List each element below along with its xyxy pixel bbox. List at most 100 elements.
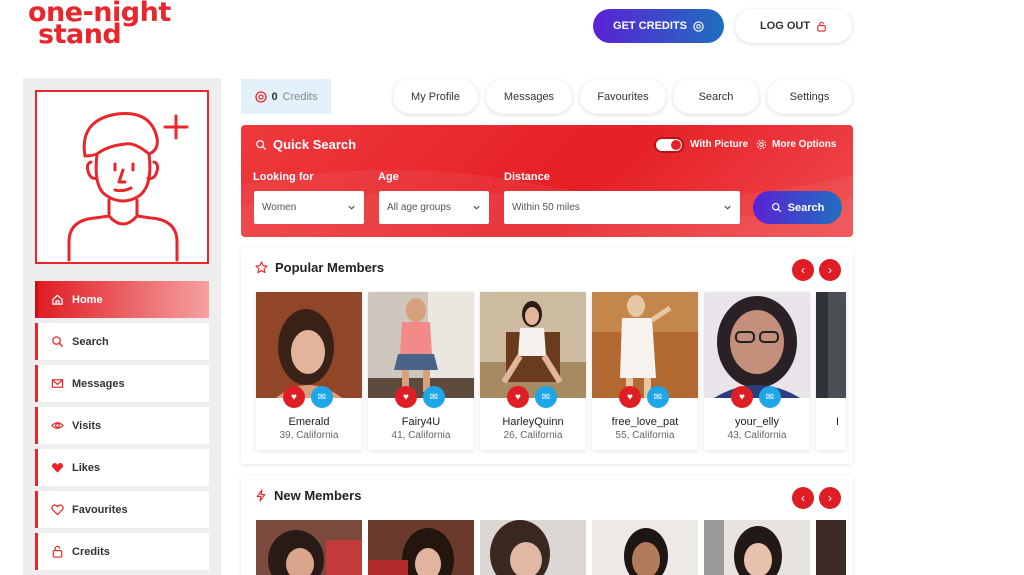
gear-icon (756, 139, 767, 150)
prev-arrow-button[interactable]: ‹ (792, 259, 814, 281)
member-photo (592, 292, 698, 398)
lock-icon (817, 21, 826, 32)
search-icon (256, 139, 267, 150)
quick-search-button[interactable]: Search (753, 191, 842, 224)
coin-icon (693, 20, 704, 32)
logout-button[interactable]: LOG OUT (735, 9, 852, 43)
new-member-photo[interactable] (704, 520, 810, 575)
member-card[interactable]: ♥ ✉ Emerald 39, California (256, 292, 362, 450)
next-arrow-button[interactable]: › (819, 487, 841, 509)
member-actions: ♥ ✉ (395, 386, 445, 408)
search-icon (52, 336, 64, 348)
sidebar-item-messages[interactable]: Messages (35, 365, 209, 402)
distance-label: Distance (504, 171, 550, 183)
distance-select[interactable]: Within 50 miles (504, 191, 740, 224)
member-photo (704, 292, 810, 398)
popular-members-panel: Popular Members ‹ › ♥ ✉ Emerald 39, Cali… (241, 248, 853, 464)
new-member-photo-partial[interactable] (816, 520, 846, 575)
member-name: free_love_pat (611, 416, 679, 428)
credits-count: 0 (271, 90, 278, 103)
more-options-link[interactable]: More Options (756, 139, 836, 150)
star-icon (255, 261, 268, 274)
member-card-partial[interactable]: I (816, 292, 846, 450)
popular-members-title-text: Popular Members (275, 260, 385, 275)
tab-label: Search (698, 90, 734, 103)
select-value: All age groups (387, 202, 451, 213)
sidebar-item-home[interactable]: Home (35, 281, 209, 318)
heart-outline-icon (51, 504, 64, 516)
credits-balance[interactable]: 0 Credits (241, 79, 331, 114)
member-location: 43, California (727, 430, 787, 441)
member-location: 26, California (503, 430, 563, 441)
chat-icon[interactable]: ✉ (647, 386, 669, 408)
lightning-icon (256, 489, 266, 502)
tab-my-profile[interactable]: My Profile (393, 79, 478, 114)
new-members-title: New Members (255, 488, 361, 503)
home-icon (52, 294, 63, 305)
get-credits-button[interactable]: GET CREDITS (593, 9, 724, 43)
mail-icon (51, 379, 64, 388)
member-card[interactable]: ♥ ✉ free_love_pat 55, California (592, 292, 698, 450)
quick-search-title-text: Quick Search (273, 137, 357, 152)
logout-label: LOG OUT (759, 20, 811, 32)
chat-icon[interactable]: ✉ (759, 386, 781, 408)
chat-icon[interactable]: ✉ (423, 386, 445, 408)
like-icon[interactable]: ♥ (283, 386, 305, 408)
add-photo-avatar-icon (67, 112, 189, 262)
member-card[interactable]: ♥ ✉ Fairy4U 41, California (368, 292, 474, 450)
new-member-photo[interactable] (592, 520, 698, 575)
chat-icon[interactable]: ✉ (311, 386, 333, 408)
member-name: HarleyQuinn (502, 416, 564, 428)
tab-favourites[interactable]: Favourites (580, 79, 666, 114)
select-value: Within 50 miles (512, 202, 580, 213)
member-photo (816, 292, 846, 398)
profile-avatar-placeholder[interactable] (35, 90, 209, 264)
tab-label: My Profile (411, 90, 460, 103)
tab-label: Settings (789, 90, 830, 103)
quick-search-title: Quick Search (255, 137, 356, 152)
popular-members-title: Popular Members (255, 260, 384, 275)
sidebar-item-label: Search (72, 335, 109, 348)
new-member-photo[interactable] (480, 520, 586, 575)
tab-messages[interactable]: Messages (486, 79, 572, 114)
with-picture-toggle[interactable] (654, 137, 684, 153)
site-logo[interactable]: one-night stand (28, 0, 208, 50)
sidebar-item-visits[interactable]: Visits (35, 407, 209, 444)
sidebar-item-search[interactable]: Search (35, 323, 209, 360)
member-card[interactable]: ♥ ✉ HarleyQuinn 26, California (480, 292, 586, 450)
next-arrow-button[interactable]: › (819, 259, 841, 281)
member-actions: ♥ ✉ (731, 386, 781, 408)
member-photo (368, 292, 474, 398)
age-select[interactable]: All age groups (379, 191, 489, 224)
like-icon[interactable]: ♥ (731, 386, 753, 408)
age-label: Age (378, 171, 399, 183)
sidebar-item-likes[interactable]: Likes (35, 449, 209, 486)
new-member-photo[interactable] (368, 520, 474, 575)
sidebar-item-label: Home (72, 293, 103, 306)
with-picture-label: With Picture (690, 139, 749, 150)
credits-label: Credits (282, 90, 318, 103)
member-name-partial: I (836, 416, 840, 428)
member-card[interactable]: ♥ ✉ your_elly 43, California (704, 292, 810, 450)
tab-search[interactable]: Search (673, 79, 759, 114)
member-name: Emerald (288, 416, 330, 428)
like-icon[interactable]: ♥ (507, 386, 529, 408)
member-actions: ♥ ✉ (507, 386, 557, 408)
like-icon[interactable]: ♥ (619, 386, 641, 408)
sidebar-item-favourites[interactable]: Favourites (35, 491, 209, 528)
eye-icon (51, 422, 64, 429)
prev-arrow-button[interactable]: ‹ (792, 487, 814, 509)
member-photo (480, 292, 586, 398)
tab-label: Favourites (597, 90, 649, 103)
like-icon[interactable]: ♥ (395, 386, 417, 408)
sidebar-item-label: Visits (72, 419, 102, 432)
tab-settings[interactable]: Settings (767, 79, 852, 114)
chat-icon[interactable]: ✉ (535, 386, 557, 408)
sidebar-item-credits[interactable]: Credits (35, 533, 209, 570)
new-members-title-text: New Members (274, 488, 362, 503)
member-name: your_elly (734, 416, 780, 428)
looking-for-select[interactable]: Women (254, 191, 364, 224)
new-member-photo[interactable] (256, 520, 362, 575)
sidebar-item-label: Favourites (72, 503, 128, 516)
new-members-panel: New Members ‹ › (241, 476, 853, 575)
